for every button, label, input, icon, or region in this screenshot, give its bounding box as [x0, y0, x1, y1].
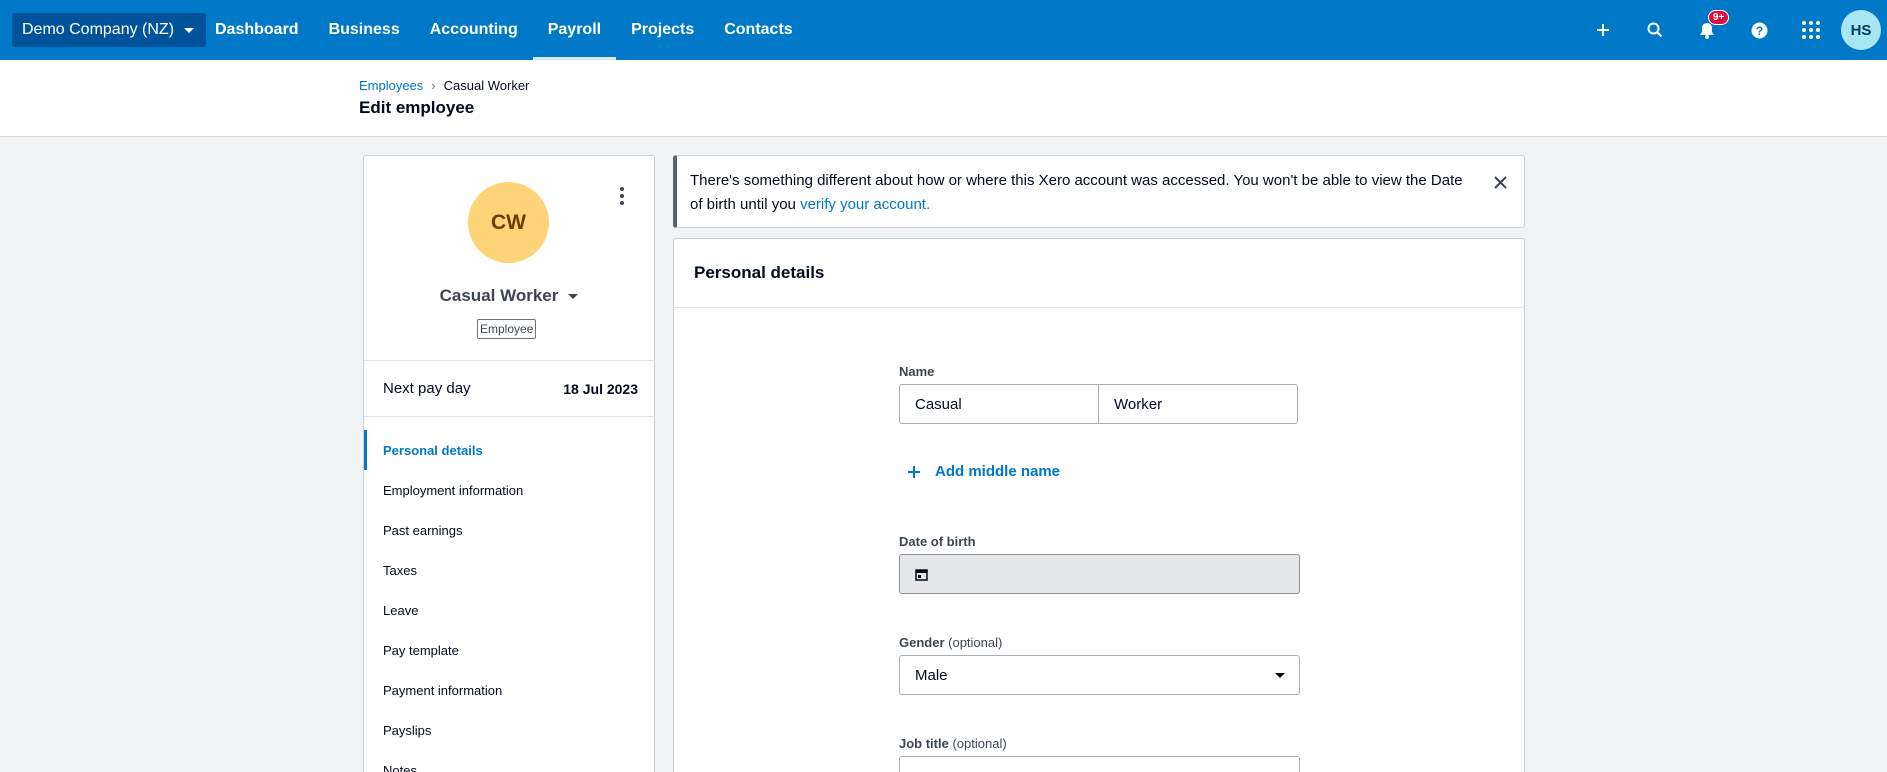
calendar-icon: [915, 568, 928, 581]
next-pay-day-label: Next pay day: [383, 380, 471, 397]
chevron-down-icon: [568, 293, 579, 299]
last-name-input[interactable]: Worker: [1098, 384, 1298, 424]
side-nav-personal-details[interactable]: Personal details: [364, 430, 654, 470]
nav-payroll[interactable]: Payroll: [532, 0, 617, 60]
more-options-button[interactable]: [612, 186, 632, 206]
breadcrumb-separator: ›: [431, 78, 436, 93]
notification-badge: 9+: [1708, 10, 1730, 25]
page-header: Employees › Casual Worker Edit employee: [0, 60, 1887, 137]
breadcrumb-current: Casual Worker: [443, 78, 530, 93]
close-alert-button[interactable]: [1490, 172, 1510, 192]
gender-optional-hint: (optional): [948, 635, 1003, 650]
organisation-switcher[interactable]: Demo Company (NZ): [12, 13, 207, 47]
page-title: Edit employee: [359, 98, 475, 117]
organisation-name: Demo Company (NZ): [22, 21, 175, 38]
search-icon: [1647, 22, 1663, 38]
gender-selected-value: Male: [915, 666, 948, 684]
side-nav-notes[interactable]: Notes: [364, 750, 654, 772]
grid-icon: [1802, 21, 1820, 39]
create-new-button[interactable]: [1577, 0, 1629, 60]
side-nav-employment-information[interactable]: Employment information: [364, 470, 654, 510]
side-nav-leave[interactable]: Leave: [364, 590, 654, 630]
employee-name: Casual Worker: [439, 286, 559, 305]
chevron-down-icon: [1275, 673, 1285, 678]
nav-tools: 9+ ? HS: [1577, 0, 1887, 60]
help-button[interactable]: ?: [1733, 0, 1785, 60]
side-nav-payslips[interactable]: Payslips: [364, 710, 654, 750]
verify-account-link[interactable]: verify your account.: [800, 196, 930, 213]
plus-icon: [908, 465, 920, 478]
employee-section-nav: Personal details Employment information …: [364, 430, 654, 772]
employee-summary-card: CW Casual Worker Employee Next pay day 1…: [363, 155, 655, 772]
side-nav-payment-information[interactable]: Payment information: [364, 670, 654, 710]
next-pay-day-row: Next pay day 18 Jul 2023: [364, 360, 654, 417]
side-nav-taxes[interactable]: Taxes: [364, 550, 654, 590]
job-title-label-text: Job title: [899, 736, 949, 751]
add-middle-name-label: Add middle name: [935, 463, 1061, 480]
section-title: Personal details: [694, 263, 825, 282]
security-alert-banner: There's something different about how or…: [673, 155, 1525, 228]
close-icon: [1493, 175, 1507, 189]
gender-select[interactable]: Male: [899, 655, 1300, 695]
help-icon: ?: [1751, 22, 1767, 38]
first-name-input[interactable]: Casual: [899, 384, 1099, 424]
nav-accounting[interactable]: Accounting: [415, 0, 533, 60]
name-label: Name: [899, 364, 935, 379]
app-launcher-button[interactable]: [1785, 0, 1837, 60]
top-navigation-bar: Demo Company (NZ) Dashboard Business Acc…: [0, 0, 1887, 60]
gender-label-text: Gender: [899, 635, 945, 650]
nav-projects[interactable]: Projects: [616, 0, 709, 60]
gender-label: Gender (optional): [899, 635, 1002, 650]
breadcrumb-employees-link[interactable]: Employees: [359, 78, 423, 93]
section-divider: [674, 307, 1524, 308]
svg-text:?: ?: [1755, 24, 1762, 38]
nav-contacts[interactable]: Contacts: [709, 0, 807, 60]
main-nav: Dashboard Business Accounting Payroll Pr…: [200, 0, 808, 60]
job-title-optional-hint: (optional): [952, 736, 1007, 751]
add-middle-name-button[interactable]: Add middle name: [907, 463, 1060, 480]
search-button[interactable]: [1629, 0, 1681, 60]
employee-avatar: CW: [468, 182, 549, 263]
kebab-menu-icon: [620, 187, 624, 205]
chevron-down-icon: [184, 27, 195, 33]
personal-details-card: Personal details Name Casual Worker Add …: [673, 238, 1525, 772]
alert-message: There's something different about how or…: [690, 169, 1470, 217]
notifications-button[interactable]: 9+: [1681, 0, 1733, 60]
employee-name-dropdown[interactable]: Casual Worker: [364, 286, 654, 306]
date-of-birth-input: [899, 554, 1300, 594]
breadcrumb: Employees › Casual Worker: [359, 78, 529, 93]
side-nav-past-earnings[interactable]: Past earnings: [364, 510, 654, 550]
job-title-input[interactable]: [899, 756, 1300, 772]
user-avatar[interactable]: HS: [1841, 10, 1881, 50]
side-nav-pay-template[interactable]: Pay template: [364, 630, 654, 670]
nav-dashboard[interactable]: Dashboard: [200, 0, 314, 60]
employee-role-tag: Employee: [477, 319, 537, 339]
nav-business[interactable]: Business: [314, 0, 415, 60]
plus-icon: [1597, 24, 1609, 36]
next-pay-day-value: 18 Jul 2023: [563, 380, 638, 397]
job-title-label: Job title (optional): [899, 736, 1007, 751]
date-of-birth-label: Date of birth: [899, 534, 976, 549]
